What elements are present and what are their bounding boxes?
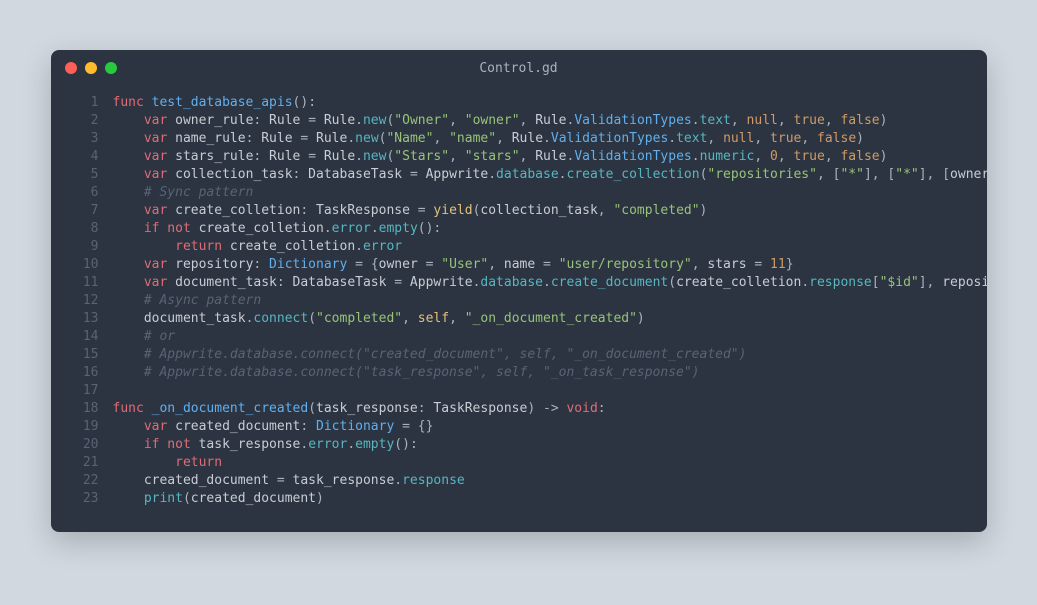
line-number: 1	[71, 94, 99, 112]
code-content: var repository: Dictionary = {owner = "U…	[113, 256, 794, 274]
line-number: 19	[71, 418, 99, 436]
code-line: 3 var name_rule: Rule = Rule.new("Name",…	[71, 130, 967, 148]
line-number: 21	[71, 454, 99, 472]
code-line: 13 document_task.connect("completed", se…	[71, 310, 967, 328]
maximize-icon[interactable]	[105, 62, 117, 74]
code-line: 23 print(created_document)	[71, 490, 967, 508]
code-line: 14 # or	[71, 328, 967, 346]
code-line: 15 # Appwrite.database.connect("created_…	[71, 346, 967, 364]
line-number: 22	[71, 472, 99, 490]
code-content: func test_database_apis():	[113, 94, 317, 112]
code-content: return create_colletion.error	[113, 238, 403, 256]
window-title: Control.gd	[479, 61, 557, 76]
code-content: var collection_task: DatabaseTask = Appw…	[113, 166, 987, 184]
code-content: return	[113, 454, 223, 472]
code-line: 16 # Appwrite.database.connect("task_res…	[71, 364, 967, 382]
code-line: 22 created_document = task_response.resp…	[71, 472, 967, 490]
code-content: # Appwrite.database.connect("task_respon…	[113, 364, 700, 382]
line-number: 6	[71, 184, 99, 202]
code-content: document_task.connect("completed", self,…	[113, 310, 645, 328]
line-number: 14	[71, 328, 99, 346]
line-number: 9	[71, 238, 99, 256]
line-number: 23	[71, 490, 99, 508]
line-number: 18	[71, 400, 99, 418]
line-number: 16	[71, 364, 99, 382]
line-number: 15	[71, 346, 99, 364]
code-content: var document_task: DatabaseTask = Appwri…	[113, 274, 987, 292]
line-number: 7	[71, 202, 99, 220]
code-content: var stars_rule: Rule = Rule.new("Stars",…	[113, 148, 888, 166]
code-content: var owner_rule: Rule = Rule.new("Owner",…	[113, 112, 888, 130]
code-line: 21 return	[71, 454, 967, 472]
code-line: 11 var document_task: DatabaseTask = App…	[71, 274, 967, 292]
code-content: if not create_colletion.error.empty():	[113, 220, 442, 238]
line-number: 13	[71, 310, 99, 328]
code-line: 9 return create_colletion.error	[71, 238, 967, 256]
line-number: 12	[71, 292, 99, 310]
code-window: Control.gd 1 func test_database_apis():2 …	[51, 50, 987, 532]
titlebar: Control.gd	[51, 50, 987, 86]
line-number: 2	[71, 112, 99, 130]
code-content: # or	[113, 328, 176, 346]
code-line: 12 # Async pattern	[71, 292, 967, 310]
code-content: # Sync pattern	[113, 184, 254, 202]
code-content: created_document = task_response.respons…	[113, 472, 465, 490]
line-number: 20	[71, 436, 99, 454]
code-line: 1 func test_database_apis():	[71, 94, 967, 112]
code-content: var name_rule: Rule = Rule.new("Name", "…	[113, 130, 864, 148]
code-area[interactable]: 1func test_database_apis():2 var owner_r…	[51, 86, 987, 532]
code-content: print(created_document)	[113, 490, 324, 508]
close-icon[interactable]	[65, 62, 77, 74]
code-content: # Async pattern	[113, 292, 262, 310]
traffic-lights	[65, 62, 117, 74]
code-line: 18 func _on_document_created(task_respons…	[71, 400, 967, 418]
minimize-icon[interactable]	[85, 62, 97, 74]
code-line: 2 var owner_rule: Rule = Rule.new("Owner…	[71, 112, 967, 130]
code-line: 5 var collection_task: DatabaseTask = Ap…	[71, 166, 967, 184]
code-content: if not task_response.error.empty():	[113, 436, 418, 454]
code-line: 7 var create_colletion: TaskResponse = y…	[71, 202, 967, 220]
code-line: 8 if not create_colletion.error.empty():	[71, 220, 967, 238]
line-number: 3	[71, 130, 99, 148]
line-number: 5	[71, 166, 99, 184]
line-number: 11	[71, 274, 99, 292]
code-content: var created_document: Dictionary = {}	[113, 418, 434, 436]
code-content: var create_colletion: TaskResponse = yie…	[113, 202, 708, 220]
line-number: 10	[71, 256, 99, 274]
code-line: 10 var repository: Dictionary = {owner =…	[71, 256, 967, 274]
code-content: func _on_document_created(task_response:…	[113, 400, 606, 418]
line-number: 8	[71, 220, 99, 238]
code-line: 20 if not task_response.error.empty():	[71, 436, 967, 454]
line-number: 17	[71, 382, 99, 400]
code-line: 4 var stars_rule: Rule = Rule.new("Stars…	[71, 148, 967, 166]
line-number: 4	[71, 148, 99, 166]
code-line: 19 var created_document: Dictionary = {}	[71, 418, 967, 436]
code-line: 17	[71, 382, 967, 400]
code-line: 6 # Sync pattern	[71, 184, 967, 202]
code-content: # Appwrite.database.connect("created_doc…	[113, 346, 747, 364]
